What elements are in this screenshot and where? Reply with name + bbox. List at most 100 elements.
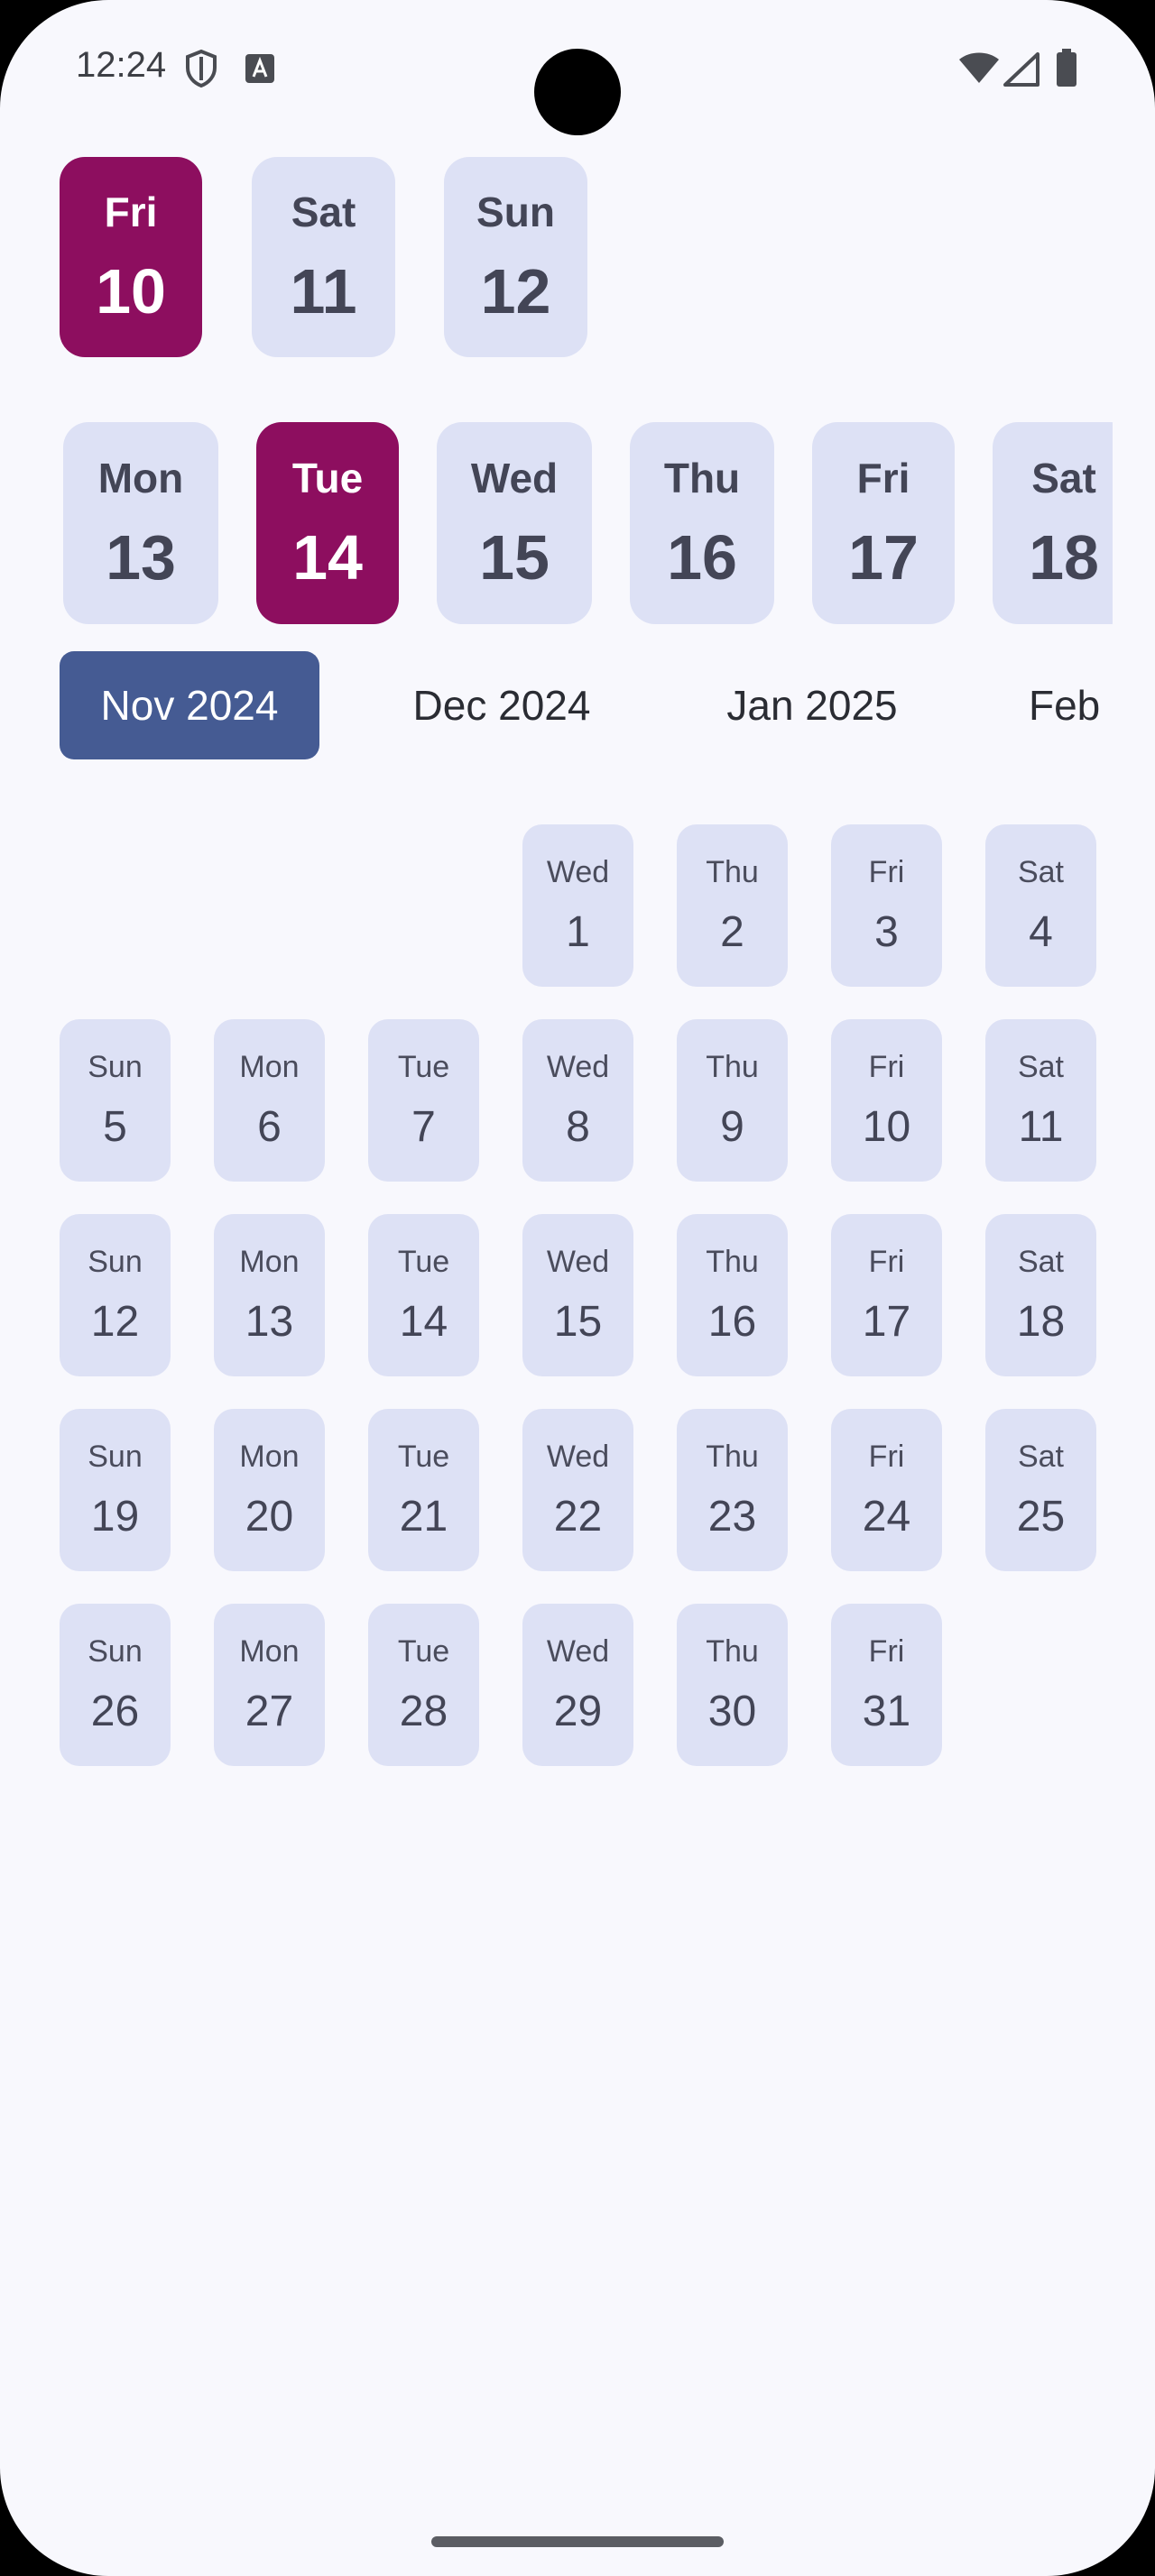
day-chip[interactable]: Fri 10 (60, 157, 202, 357)
day-number: 15 (553, 1298, 603, 1346)
day-name: Wed (546, 1634, 610, 1669)
day-name: Sat (291, 189, 356, 235)
calendar-day[interactable]: Fri 10 (831, 1019, 942, 1182)
day-name: Sat (1017, 1050, 1065, 1084)
day-chip[interactable]: Wed 15 (437, 422, 592, 624)
day-name: Fri (868, 1440, 905, 1474)
day-name: Mon (239, 1050, 300, 1084)
day-name: Thu (706, 1634, 759, 1669)
day-chip[interactable]: Tue 14 (256, 422, 399, 624)
day-name: Fri (104, 189, 158, 235)
calendar-day[interactable]: Wed 15 (522, 1214, 633, 1376)
day-number: 2 (720, 908, 744, 956)
month-tab[interactable]: Feb (1009, 651, 1155, 759)
day-number: 8 (566, 1103, 590, 1151)
day-name: Thu (663, 455, 741, 501)
calendar-day[interactable]: Sun 19 (60, 1409, 171, 1571)
calendar-day[interactable]: Fri 24 (831, 1409, 942, 1571)
day-name: Sat (1017, 1440, 1065, 1474)
calendar-day[interactable]: Mon 27 (214, 1604, 325, 1766)
month-tabs: Nov 2024 Dec 2024 Jan 2025 Feb (0, 651, 1155, 759)
month-tab[interactable]: Jan 2025 (695, 651, 929, 759)
day-name: Thu (706, 855, 759, 889)
calendar-day[interactable]: Sat 18 (985, 1214, 1096, 1376)
day-number: 16 (707, 1298, 757, 1346)
day-chip[interactable]: Sun 12 (444, 157, 587, 357)
day-number: 14 (292, 522, 363, 593)
calendar-day[interactable]: Thu 2 (677, 824, 788, 987)
day-name: Wed (546, 1050, 610, 1084)
day-number: 27 (245, 1688, 294, 1735)
day-name: Sun (476, 189, 555, 235)
day-name: Fri (868, 1050, 905, 1084)
day-number: 22 (553, 1493, 603, 1541)
calendar-day[interactable]: Sun 12 (60, 1214, 171, 1376)
day-number: 11 (290, 256, 357, 327)
day-name: Tue (397, 1050, 450, 1084)
calendar-day[interactable]: Sat 11 (985, 1019, 1096, 1182)
day-chip[interactable]: Mon 13 (63, 422, 218, 624)
week-strip-2[interactable]: Mon 13 Tue 14 Wed 15 Thu 16 Fri 17 Sat 1… (0, 422, 1113, 624)
day-name: Thu (706, 1050, 759, 1084)
day-name: Fri (868, 1634, 905, 1669)
calendar-day[interactable]: Wed 22 (522, 1409, 633, 1571)
day-number: 6 (257, 1103, 282, 1151)
calendar-day[interactable]: Sat 25 (985, 1409, 1096, 1571)
day-name: Sat (1017, 1245, 1065, 1279)
calendar-day[interactable]: Mon 20 (214, 1409, 325, 1571)
calendar-day[interactable]: Wed 8 (522, 1019, 633, 1182)
calendar-day[interactable]: Wed 29 (522, 1604, 633, 1766)
day-number: 10 (862, 1103, 911, 1151)
day-number: 19 (90, 1493, 140, 1541)
day-number: 16 (667, 522, 737, 593)
day-number: 9 (720, 1103, 744, 1151)
day-number: 13 (106, 522, 176, 593)
app-screen: 12:24 Fri 10 Sat 11 Sun 12 Mon 13 Tue 14… (0, 0, 1155, 2576)
calendar-day[interactable]: Mon 6 (214, 1019, 325, 1182)
calendar-day[interactable]: Sun 26 (60, 1604, 171, 1766)
day-number: 25 (1016, 1493, 1066, 1541)
calendar-day[interactable]: Thu 30 (677, 1604, 788, 1766)
calendar-day[interactable]: Thu 23 (677, 1409, 788, 1571)
day-name: Sat (1031, 455, 1096, 501)
day-number: 29 (553, 1688, 603, 1735)
day-name: Tue (397, 1440, 450, 1474)
home-indicator[interactable] (431, 2536, 724, 2547)
day-number: 3 (874, 908, 899, 956)
day-name: Tue (397, 1245, 450, 1279)
day-name: Tue (397, 1634, 450, 1669)
day-chip[interactable]: Sat 11 (252, 157, 395, 357)
month-tab[interactable]: Dec 2024 (384, 651, 619, 759)
calendar-day[interactable]: Mon 13 (214, 1214, 325, 1376)
day-name: Tue (291, 455, 364, 501)
calendar-day[interactable]: Fri 17 (831, 1214, 942, 1376)
calendar-day[interactable]: Thu 9 (677, 1019, 788, 1182)
day-number: 17 (862, 1298, 911, 1346)
a-font-icon (245, 54, 274, 87)
calendar-day[interactable]: Fri 3 (831, 824, 942, 987)
day-chip[interactable]: Fri 17 (812, 422, 955, 624)
calendar-day[interactable]: Tue 28 (368, 1604, 479, 1766)
status-time: 12:24 (76, 45, 167, 85)
day-name: Sun (88, 1245, 143, 1279)
day-number: 13 (245, 1298, 294, 1346)
calendar-day[interactable]: Sun 5 (60, 1019, 171, 1182)
calendar-day[interactable]: Fri 31 (831, 1604, 942, 1766)
day-name: Thu (706, 1245, 759, 1279)
calendar-day[interactable]: Wed 1 (522, 824, 633, 987)
day-number: 12 (90, 1298, 140, 1346)
day-number: 18 (1029, 522, 1099, 593)
calendar-day[interactable]: Sat 4 (985, 824, 1096, 987)
calendar-day[interactable]: Tue 7 (368, 1019, 479, 1182)
day-number: 30 (707, 1688, 757, 1735)
day-number: 28 (399, 1688, 448, 1735)
calendar-day[interactable]: Tue 21 (368, 1409, 479, 1571)
front-camera (534, 49, 621, 135)
day-name: Thu (706, 1440, 759, 1474)
calendar-day[interactable]: Thu 16 (677, 1214, 788, 1376)
month-tab[interactable]: Nov 2024 (60, 651, 319, 759)
day-chip[interactable]: Thu 16 (630, 422, 774, 624)
day-name: Sun (88, 1634, 143, 1669)
calendar-day[interactable]: Tue 14 (368, 1214, 479, 1376)
day-chip[interactable]: Sat 18 (993, 422, 1113, 624)
